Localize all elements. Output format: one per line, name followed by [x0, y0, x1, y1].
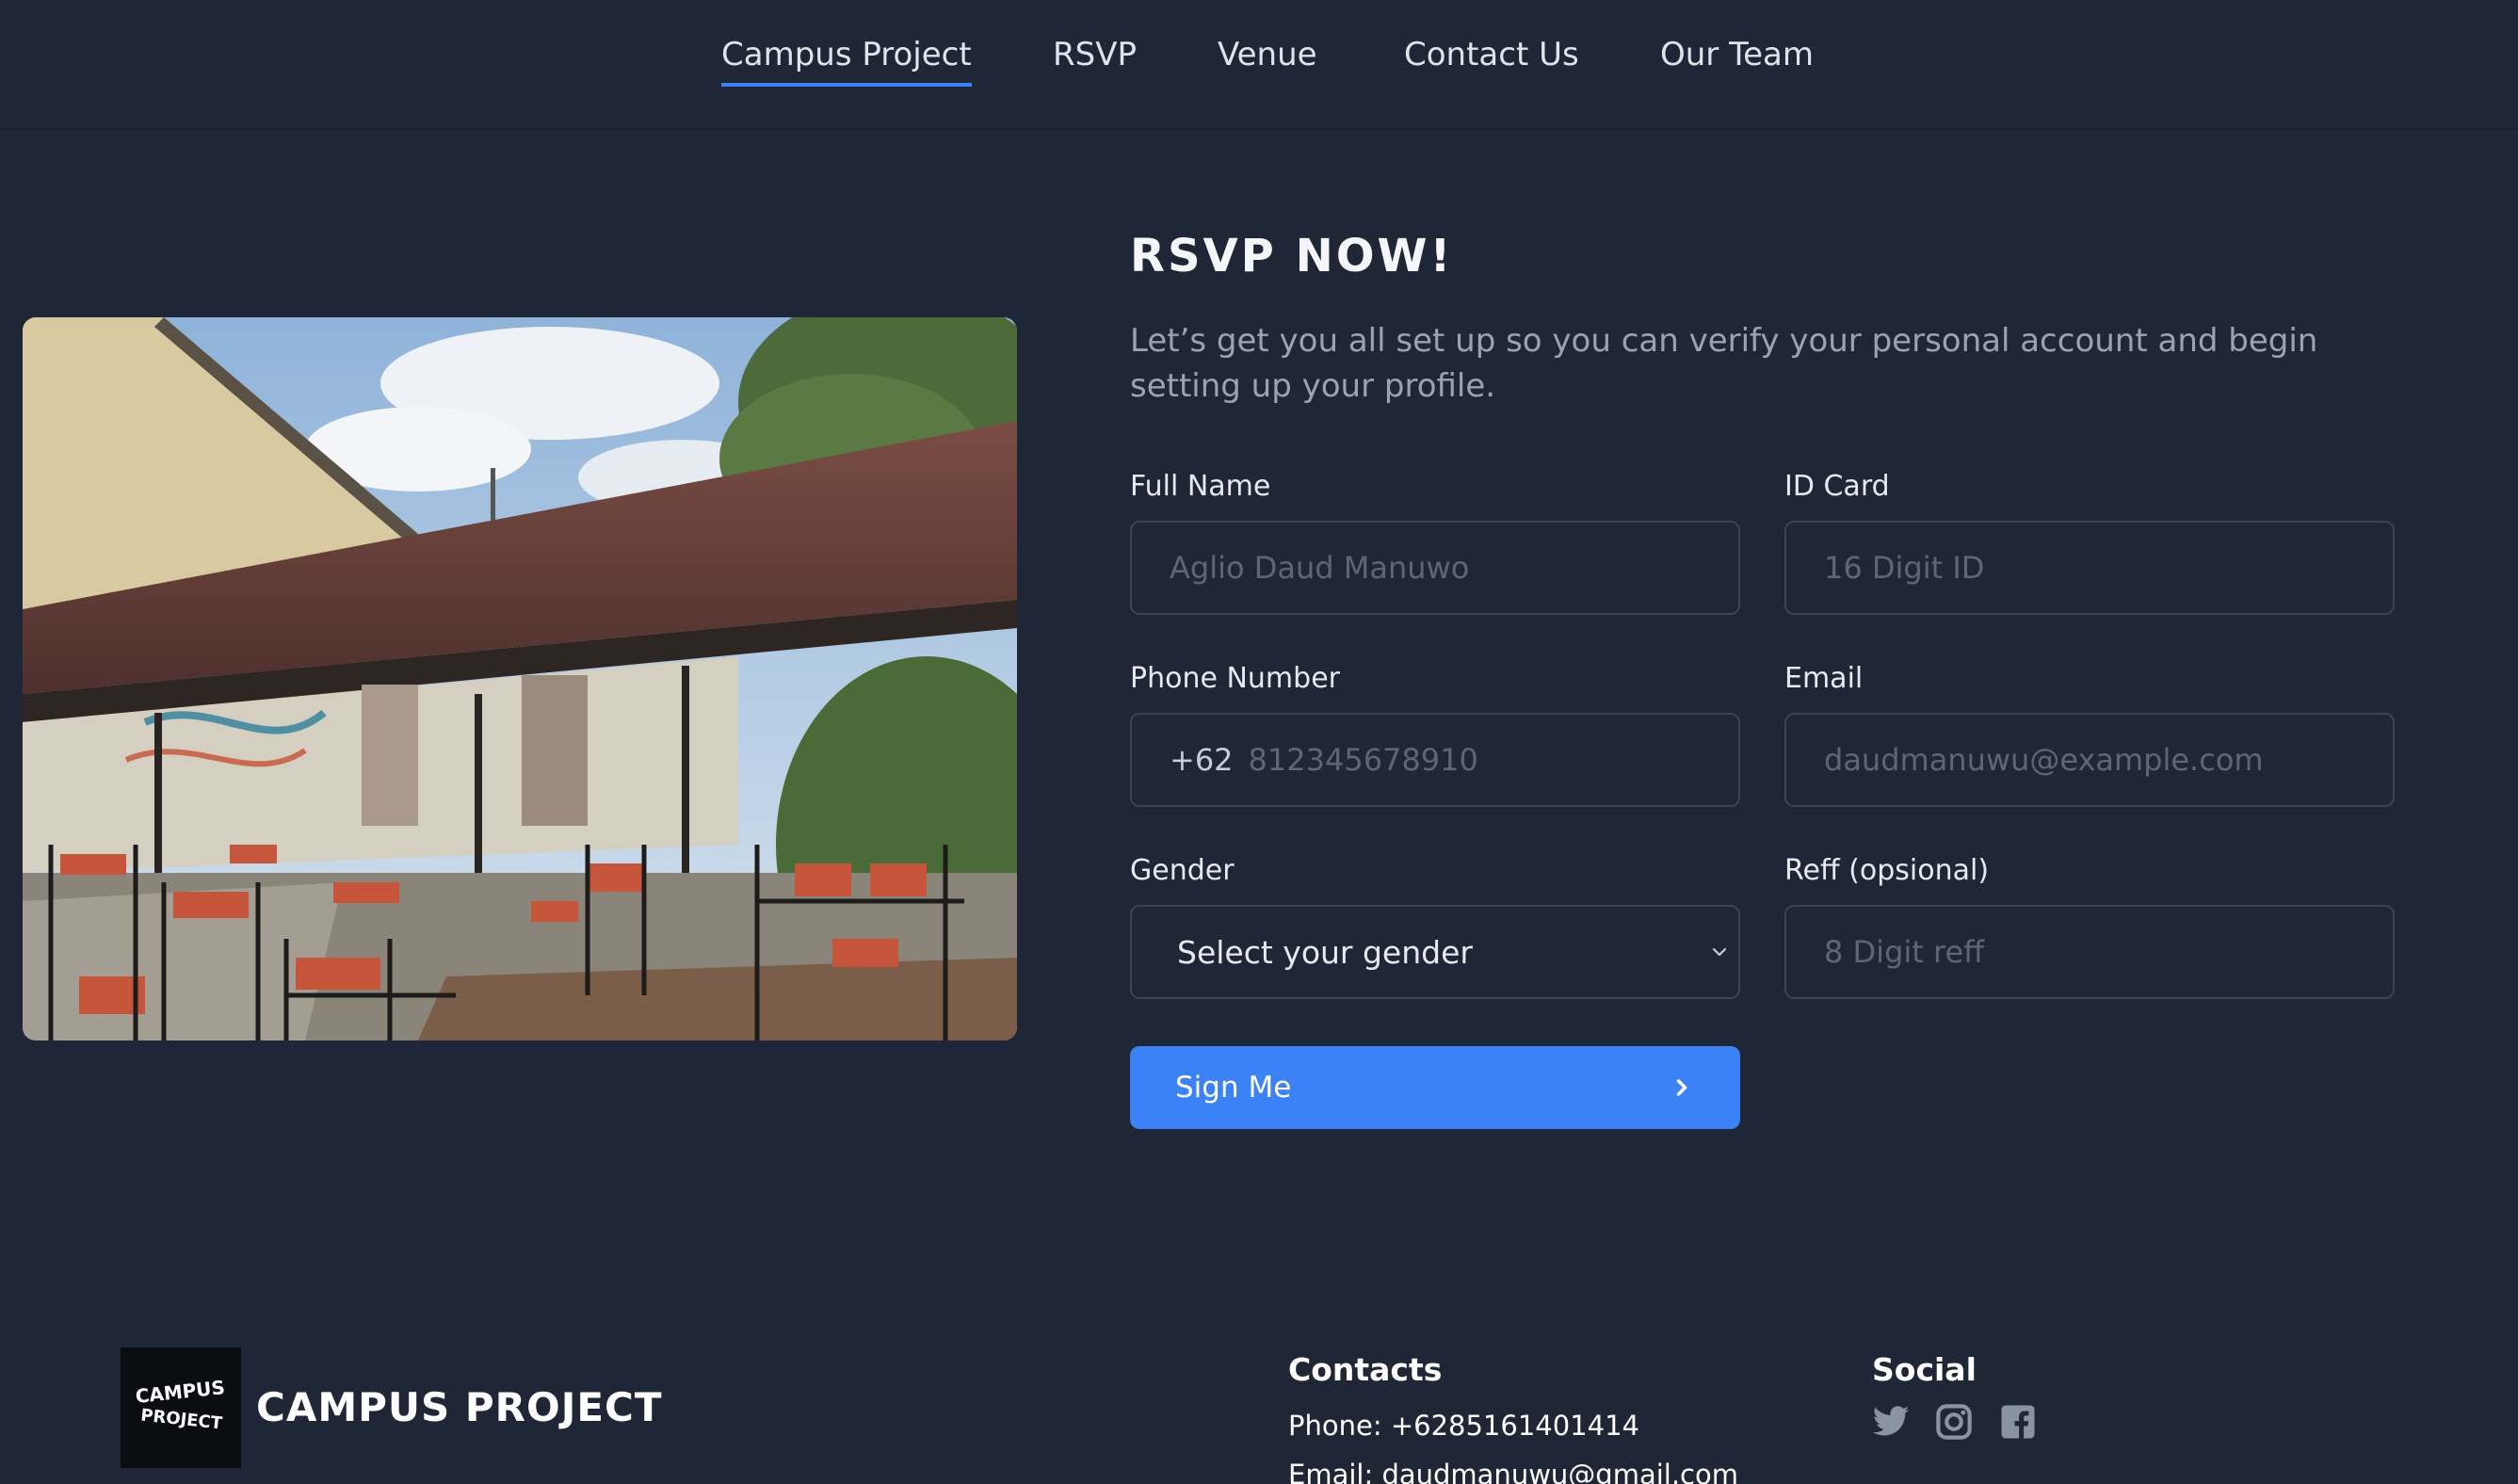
full-name-label: Full Name	[1130, 470, 1271, 503]
full-name-field	[1130, 521, 1740, 615]
gender-label: Gender	[1130, 854, 1235, 887]
phone-label: Phone Number	[1130, 662, 1340, 695]
form-description: Let’s get you all set up so you can veri…	[1130, 322, 2318, 405]
phone-country-prefix: +62	[1170, 742, 1234, 778]
gender-selected-value: Select your gender	[1177, 933, 1473, 971]
phone-field: +62	[1130, 713, 1740, 807]
id-card-field	[1784, 521, 2395, 615]
svg-text:PROJECT: PROJECT	[139, 1406, 223, 1434]
brand-name: CAMPUS PROJECT	[256, 1384, 663, 1430]
email-input[interactable]	[1824, 742, 2355, 778]
sign-me-label: Sign Me	[1175, 1071, 1292, 1105]
venue-photo	[23, 317, 1017, 1040]
campus-project-logo-icon: CAMPUS PROJECT	[135, 1376, 226, 1434]
email-label: Email	[1784, 662, 1864, 695]
nav-item-our-team[interactable]: Our Team	[1660, 36, 1814, 83]
chevron-right-icon	[1676, 1079, 1687, 1096]
top-nav: Campus Project RSVP Venue Contact Us Our…	[0, 0, 2518, 130]
phone-input[interactable]	[1248, 742, 1701, 778]
brand-logo[interactable]: CAMPUS PROJECT	[121, 1347, 241, 1468]
instagram-icon[interactable]	[1934, 1402, 1974, 1442]
reff-label: Reff (opsional)	[1784, 854, 1990, 887]
id-card-input[interactable]	[1824, 550, 2355, 586]
contacts-heading: Contacts	[1288, 1351, 1443, 1388]
sign-me-button[interactable]: Sign Me	[1130, 1046, 1740, 1129]
nav-item-campus-project[interactable]: Campus Project	[721, 36, 972, 87]
email-field	[1784, 713, 2395, 807]
page: Campus Project RSVP Venue Contact Us Our…	[0, 0, 2518, 1484]
form-title: RSVP NOW!	[1130, 230, 1454, 282]
contact-email[interactable]: Email: daudmanuwu@gmail.com	[1288, 1459, 1738, 1484]
chevron-down-icon	[1712, 947, 1727, 957]
reff-input[interactable]	[1824, 934, 2355, 970]
full-name-input[interactable]	[1170, 550, 1701, 586]
contact-phone: Phone: +6285161401414	[1288, 1410, 1639, 1442]
nav-item-venue[interactable]: Venue	[1218, 36, 1317, 83]
nav-item-contact-us[interactable]: Contact Us	[1404, 36, 1579, 83]
id-card-label: ID Card	[1784, 470, 1890, 503]
social-heading: Social	[1872, 1351, 1977, 1388]
gender-select[interactable]: Select your gender	[1130, 905, 1740, 999]
reff-field	[1784, 905, 2395, 999]
nav-item-rsvp[interactable]: RSVP	[1053, 36, 1137, 83]
facebook-icon[interactable]	[1998, 1402, 2038, 1442]
twitter-icon[interactable]	[1871, 1402, 1911, 1442]
svg-text:CAMPUS: CAMPUS	[135, 1376, 226, 1408]
